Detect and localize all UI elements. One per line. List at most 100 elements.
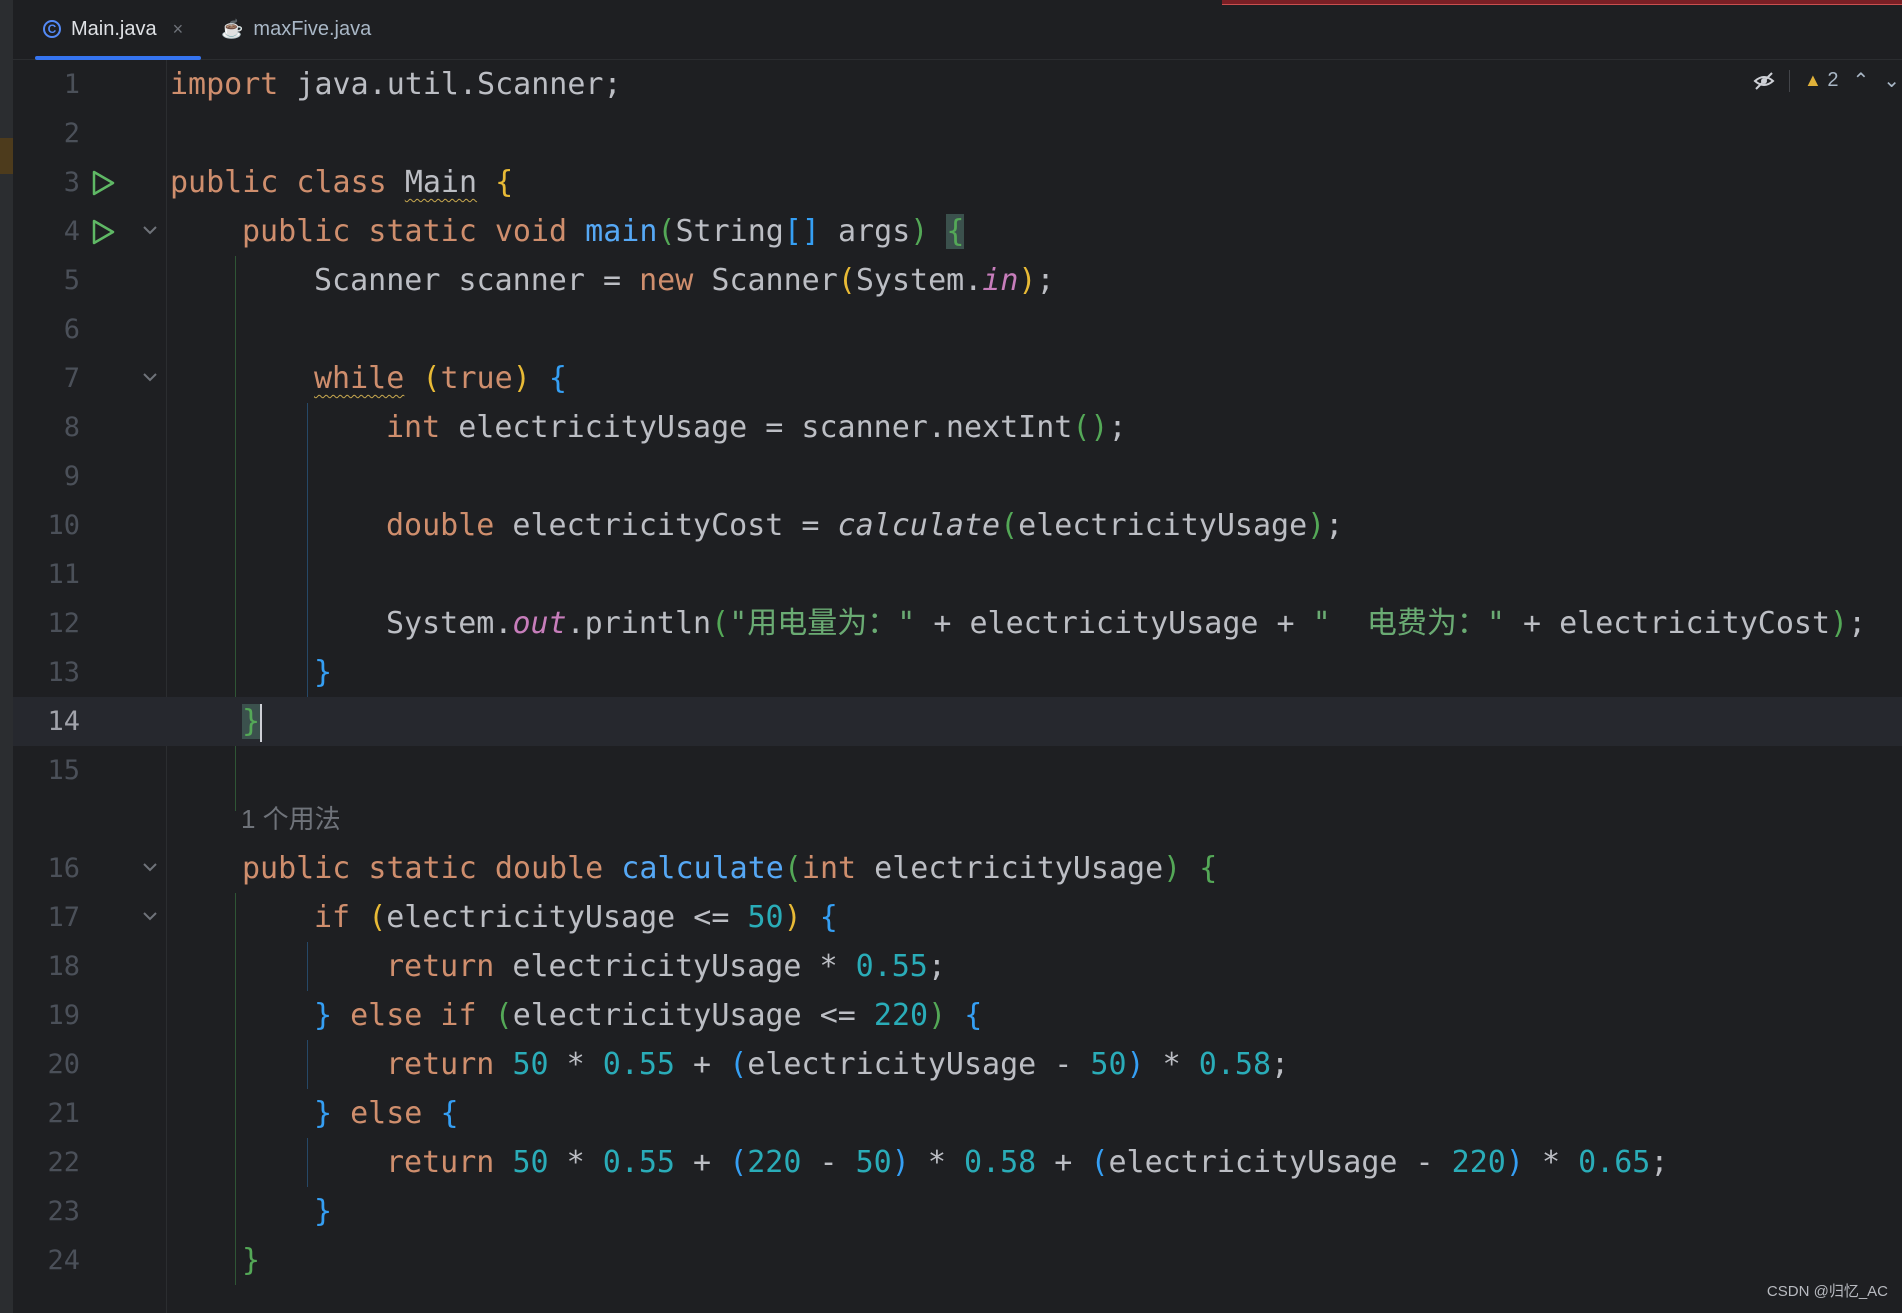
text-caret: [260, 703, 263, 742]
code-token: electricityUsage <=: [386, 900, 748, 935]
code-line[interactable]: 17 if (electricityUsage <= 50) {: [13, 893, 1902, 942]
code-token: *: [1144, 1047, 1199, 1082]
line-number: 11: [47, 559, 80, 590]
code-token: .println: [566, 606, 712, 641]
code-line[interactable]: 1 import java.util.Scanner;: [13, 60, 1902, 109]
close-icon[interactable]: ×: [173, 19, 184, 40]
code-line[interactable]: 20 return 50 * 0.55 + (electricityUsage …: [13, 1040, 1902, 1089]
code-token: true: [440, 361, 513, 396]
code-line[interactable]: 6: [13, 305, 1902, 354]
code-token: {: [1199, 851, 1218, 886]
code-token: while: [314, 361, 405, 396]
code-token: (: [368, 900, 387, 935]
code-line[interactable]: 7 while (true) {: [13, 354, 1902, 403]
code-line[interactable]: 23 }: [13, 1187, 1902, 1236]
code-line[interactable]: 15: [13, 746, 1902, 795]
code-token: (: [1090, 1145, 1109, 1180]
code-line[interactable]: 24 }: [13, 1236, 1902, 1285]
code-token: new: [639, 263, 694, 298]
code-token: import: [170, 67, 279, 102]
fold-chevron-icon[interactable]: [141, 368, 159, 386]
code-token: int: [386, 410, 441, 445]
line-number: 21: [47, 1098, 80, 1129]
code-token: 220: [747, 1145, 802, 1180]
code-token: 220: [1451, 1145, 1506, 1180]
left-tool-strip: [0, 0, 13, 1313]
line-number: 3: [63, 167, 80, 198]
code-token: main: [585, 214, 658, 249]
code-token: (: [422, 361, 441, 396]
code-line[interactable]: 4 public static void main(String[] args)…: [13, 207, 1902, 256]
tab-maxfive-java[interactable]: ☕ maxFive.java: [213, 0, 379, 58]
fold-chevron-icon[interactable]: [141, 221, 159, 239]
fold-chevron-icon[interactable]: [141, 907, 159, 925]
code-token: return: [386, 1047, 495, 1082]
line-number: 12: [47, 608, 80, 639]
line-number: 2: [63, 118, 80, 149]
code-token: " 电费为：": [1312, 606, 1505, 641]
code-line[interactable]: 8 int electricityUsage = scanner.nextInt…: [13, 403, 1902, 452]
line-number: 4: [63, 216, 80, 247]
code-token: }: [314, 1194, 333, 1229]
usage-hint-line: 1 个用法: [13, 795, 1902, 844]
tab-main-java[interactable]: C Main.java ×: [35, 0, 202, 60]
code-token: ;: [1036, 263, 1055, 298]
code-token: ;: [1650, 1145, 1669, 1180]
line-number: 18: [47, 951, 80, 982]
code-token: else if: [332, 998, 495, 1033]
editor-tab-bar: C Main.java × ☕ maxFive.java: [13, 0, 1902, 60]
code-token: *: [1523, 1145, 1579, 1180]
code-token: double: [386, 508, 495, 543]
code-token: electricityUsage *: [494, 949, 856, 984]
code-token: 0.55: [602, 1145, 675, 1180]
code-token: in: [982, 263, 1019, 298]
code-token: ;: [1848, 606, 1867, 641]
code-line[interactable]: 18 return electricityUsage * 0.55;: [13, 942, 1902, 991]
code-token: else: [332, 1096, 441, 1131]
java-file-icon: ☕: [221, 18, 244, 39]
code-token: }: [314, 1096, 333, 1131]
tab-label: Main.java: [71, 17, 157, 40]
code-token: 0.65: [1578, 1145, 1651, 1180]
code-token: + electricityCost: [1504, 606, 1831, 641]
code-token: ): [1830, 606, 1849, 641]
code-token: electricityUsage -: [747, 1047, 1091, 1082]
line-number: 20: [47, 1049, 80, 1080]
code-token: ): [891, 1145, 910, 1180]
fold-chevron-icon[interactable]: [141, 858, 159, 876]
code-line[interactable]: 16 public static double calculate(int el…: [13, 844, 1902, 893]
code-line[interactable]: 13 }: [13, 648, 1902, 697]
code-line[interactable]: 9: [13, 452, 1902, 501]
code-line[interactable]: 2: [13, 109, 1902, 158]
code-token: public: [170, 165, 279, 200]
line-number: 15: [47, 755, 80, 786]
code-line[interactable]: 11: [13, 550, 1902, 599]
code-token: +: [675, 1145, 730, 1180]
code-token: (: [729, 1047, 748, 1082]
current-code-line[interactable]: 14 }: [13, 697, 1902, 746]
usage-inlay-hint[interactable]: 1 个用法: [241, 795, 341, 844]
code-line[interactable]: 21 } else {: [13, 1089, 1902, 1138]
run-icon[interactable]: [89, 218, 117, 246]
code-token: if: [314, 900, 351, 935]
bookmark-marker: [0, 138, 13, 174]
code-line[interactable]: 12 System.out.println("用电量为：" + electric…: [13, 599, 1902, 648]
code-token: *: [548, 1047, 603, 1082]
code-token: (: [711, 606, 730, 641]
code-token: 0.58: [964, 1145, 1037, 1180]
line-number: 17: [47, 902, 80, 933]
code-editor[interactable]: 1 import java.util.Scanner; 2 3 public c…: [13, 60, 1902, 1313]
code-token: calculate: [621, 851, 784, 886]
code-token: electricityUsage: [856, 851, 1164, 886]
code-line[interactable]: 5 Scanner scanner = new Scanner(System.i…: [13, 256, 1902, 305]
code-line[interactable]: 22 return 50 * 0.55 + (220 - 50) * 0.58 …: [13, 1138, 1902, 1187]
code-token: 0.58: [1198, 1047, 1272, 1082]
code-line[interactable]: 3 public class Main {: [13, 158, 1902, 207]
code-token: []: [783, 214, 820, 249]
code-line[interactable]: 10 double electricityCost = calculate(el…: [13, 501, 1902, 550]
code-token: {: [946, 214, 965, 249]
code-line[interactable]: 19 } else if (electricityUsage <= 220) {: [13, 991, 1902, 1040]
run-icon[interactable]: [89, 169, 117, 197]
code-token: java.util.Scanner;: [278, 67, 622, 102]
code-token: electricityUsage: [1018, 508, 1308, 543]
